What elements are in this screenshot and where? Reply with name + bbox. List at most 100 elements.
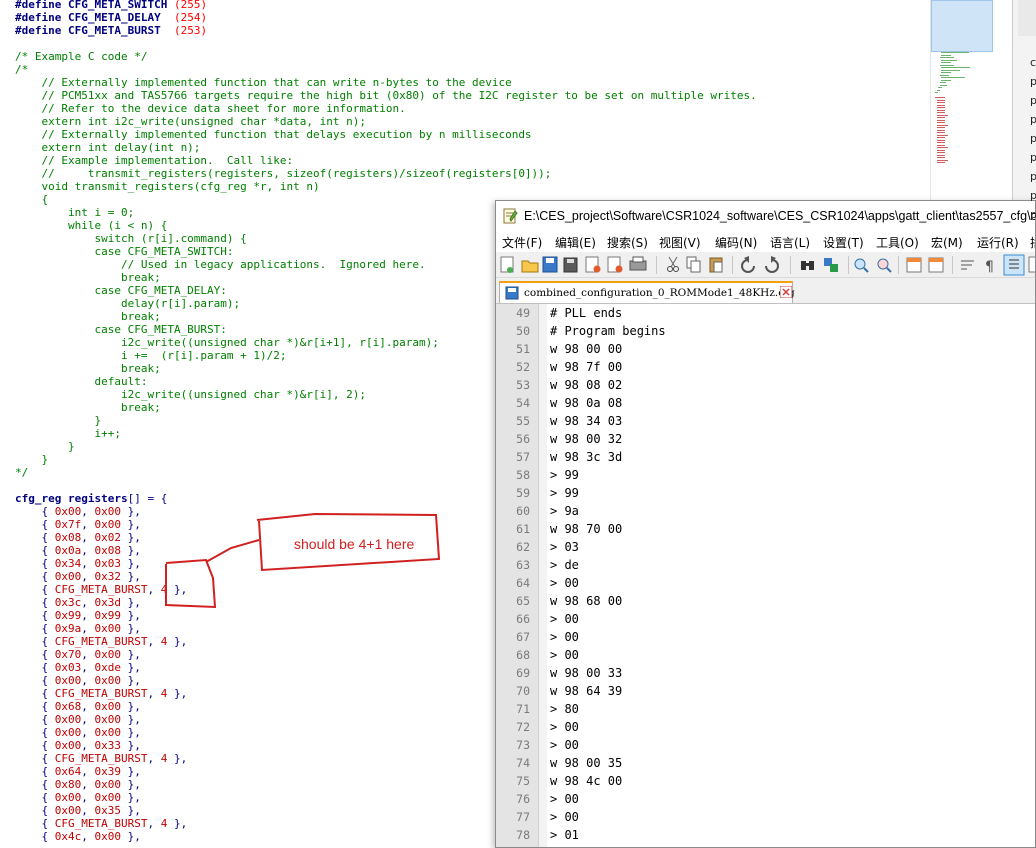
menu-item[interactable]: 视图(V) [659, 234, 701, 251]
redo-icon[interactable] [765, 256, 779, 273]
code-line: /* [15, 63, 757, 76]
tab-active-file[interactable]: combined_configuration_0_ROMMode1_48KHz.… [499, 281, 795, 303]
minimap-line [941, 62, 952, 63]
menu-item[interactable]: 编辑(E) [555, 234, 596, 251]
print-icon[interactable] [629, 256, 647, 271]
code-token: 0x00 [94, 713, 122, 726]
side-panel-row[interactable]: p [1030, 189, 1036, 202]
minimap-line [936, 114, 949, 116]
code-token: { [15, 635, 55, 648]
menu-item[interactable]: 语言(L) [770, 234, 810, 251]
toolbar: ¶ [496, 252, 1036, 278]
side-panel-row[interactable]: p [1030, 208, 1036, 221]
side-panel-row[interactable]: p [1030, 132, 1036, 145]
zoom-in-icon[interactable] [854, 258, 869, 273]
line-number: 59 [516, 486, 530, 500]
menu-item[interactable]: 运行(R) [977, 234, 1019, 251]
code-token: 0x00 [94, 648, 122, 661]
code-token: { [15, 804, 55, 817]
code-token: , [81, 570, 95, 583]
side-panel-row[interactable]: p [1030, 113, 1036, 126]
code-token: { [15, 505, 55, 518]
editor-area[interactable]: 49 50 51 52 53 54 55 56 57 58 59 60 61 62 63 64 65 66 67 68… [496, 303, 1035, 847]
code-token: , [81, 700, 95, 713]
side-panel-scrollbar[interactable] [1018, 0, 1036, 36]
code-token: (254) [173, 11, 208, 24]
config-line: # PLL ends [550, 306, 623, 320]
code-token: 0x64 [54, 765, 82, 778]
side-panel-row[interactable]: p [1030, 94, 1036, 107]
open-file-icon[interactable] [521, 260, 539, 273]
sync-vertical-icon[interactable] [906, 257, 922, 273]
find-icon[interactable] [801, 261, 814, 270]
code-token: extern int delay(int n); [15, 141, 201, 154]
zoom-out-icon[interactable] [877, 258, 892, 273]
line-number: 63 [516, 558, 530, 572]
minimap-viewport[interactable] [931, 0, 993, 52]
side-panel-row[interactable]: p [1030, 151, 1036, 164]
code-token: i++; [15, 427, 121, 440]
show-all-characters-icon[interactable]: ¶ [985, 259, 994, 275]
new-file-icon[interactable] [500, 256, 514, 273]
minimap-line [939, 64, 955, 66]
notepadpp-window[interactable]: E:\CES_project\Software\CSR1024_software… [495, 200, 1036, 848]
sync-horizontal-icon[interactable] [928, 257, 944, 273]
side-panel-row[interactable]: c [1030, 56, 1036, 69]
copy-icon[interactable] [686, 256, 701, 273]
config-line: > 00 [550, 630, 579, 644]
window-titlebar[interactable]: E:\CES_project\Software\CSR1024_software… [496, 201, 1035, 231]
paste-icon[interactable] [709, 257, 723, 273]
save-all-icon[interactable] [563, 257, 578, 273]
user-defined-language-icon[interactable] [1028, 256, 1036, 273]
code-token: }, [167, 635, 188, 648]
line-number: 60 [516, 504, 530, 518]
code-token: 0x00 [94, 778, 122, 791]
code-token: , [81, 804, 95, 817]
menu-item[interactable]: 编码(N) [715, 234, 757, 251]
minimap-line [939, 82, 946, 83]
menu-item[interactable]: 文件(F) [502, 234, 542, 251]
side-panel-row[interactable]: p [1030, 75, 1036, 88]
line-number: 76 [516, 792, 530, 806]
code-token: break; [15, 362, 161, 375]
code-line: void transmit_registers(cfg_reg *r, int … [15, 180, 757, 193]
save-icon[interactable] [542, 256, 558, 273]
fold-margin[interactable] [539, 304, 547, 847]
code-token: // Used in legacy applications. Ignored … [15, 258, 426, 271]
menu-item[interactable]: 设置(T) [823, 234, 864, 251]
config-line: > 01 [550, 828, 579, 842]
tab-close-icon[interactable] [780, 286, 792, 298]
minimap-line [936, 132, 946, 133]
code-token: 0x00 [94, 674, 122, 687]
code-token: 0x33 [94, 739, 122, 752]
word-wrap-icon[interactable] [961, 260, 974, 270]
close-icon[interactable] [585, 256, 601, 273]
code-line: // Example implementation. Call like: [15, 154, 757, 167]
minimap-line [936, 137, 946, 138]
cut-icon[interactable] [667, 256, 679, 272]
menu-item[interactable]: 工具(O) [876, 234, 919, 251]
code-token: 0x0a [54, 544, 82, 557]
side-panel-row[interactable]: p [1030, 170, 1036, 183]
code-token: , [81, 791, 95, 804]
code-line: #define CFG_META_SWITCH (255) [15, 0, 757, 11]
undo-icon[interactable] [741, 256, 755, 273]
code-token: { [15, 622, 55, 635]
code-token: { [15, 791, 55, 804]
code-token: int i = 0; [15, 206, 135, 219]
config-line: > 99 [550, 468, 579, 482]
menu-item[interactable]: 宏(M) [931, 234, 963, 251]
code-token: // transmit_registers(registers, sizeof(… [15, 167, 552, 180]
menu-item[interactable]: 插 [1030, 234, 1035, 251]
menu-item[interactable]: 搜索(S) [607, 234, 648, 251]
code-token: , [81, 739, 95, 752]
code-token: CFG_META_BURST [54, 752, 148, 765]
replace-icon[interactable] [824, 258, 838, 272]
code-token: (255) [173, 0, 208, 11]
code-token: , [81, 661, 95, 674]
indent-guide-icon[interactable] [1003, 254, 1025, 276]
close-all-icon[interactable] [607, 256, 623, 273]
minimap-line [936, 117, 946, 118]
code-token: , [147, 752, 161, 765]
code-token: 0xde [94, 661, 122, 674]
